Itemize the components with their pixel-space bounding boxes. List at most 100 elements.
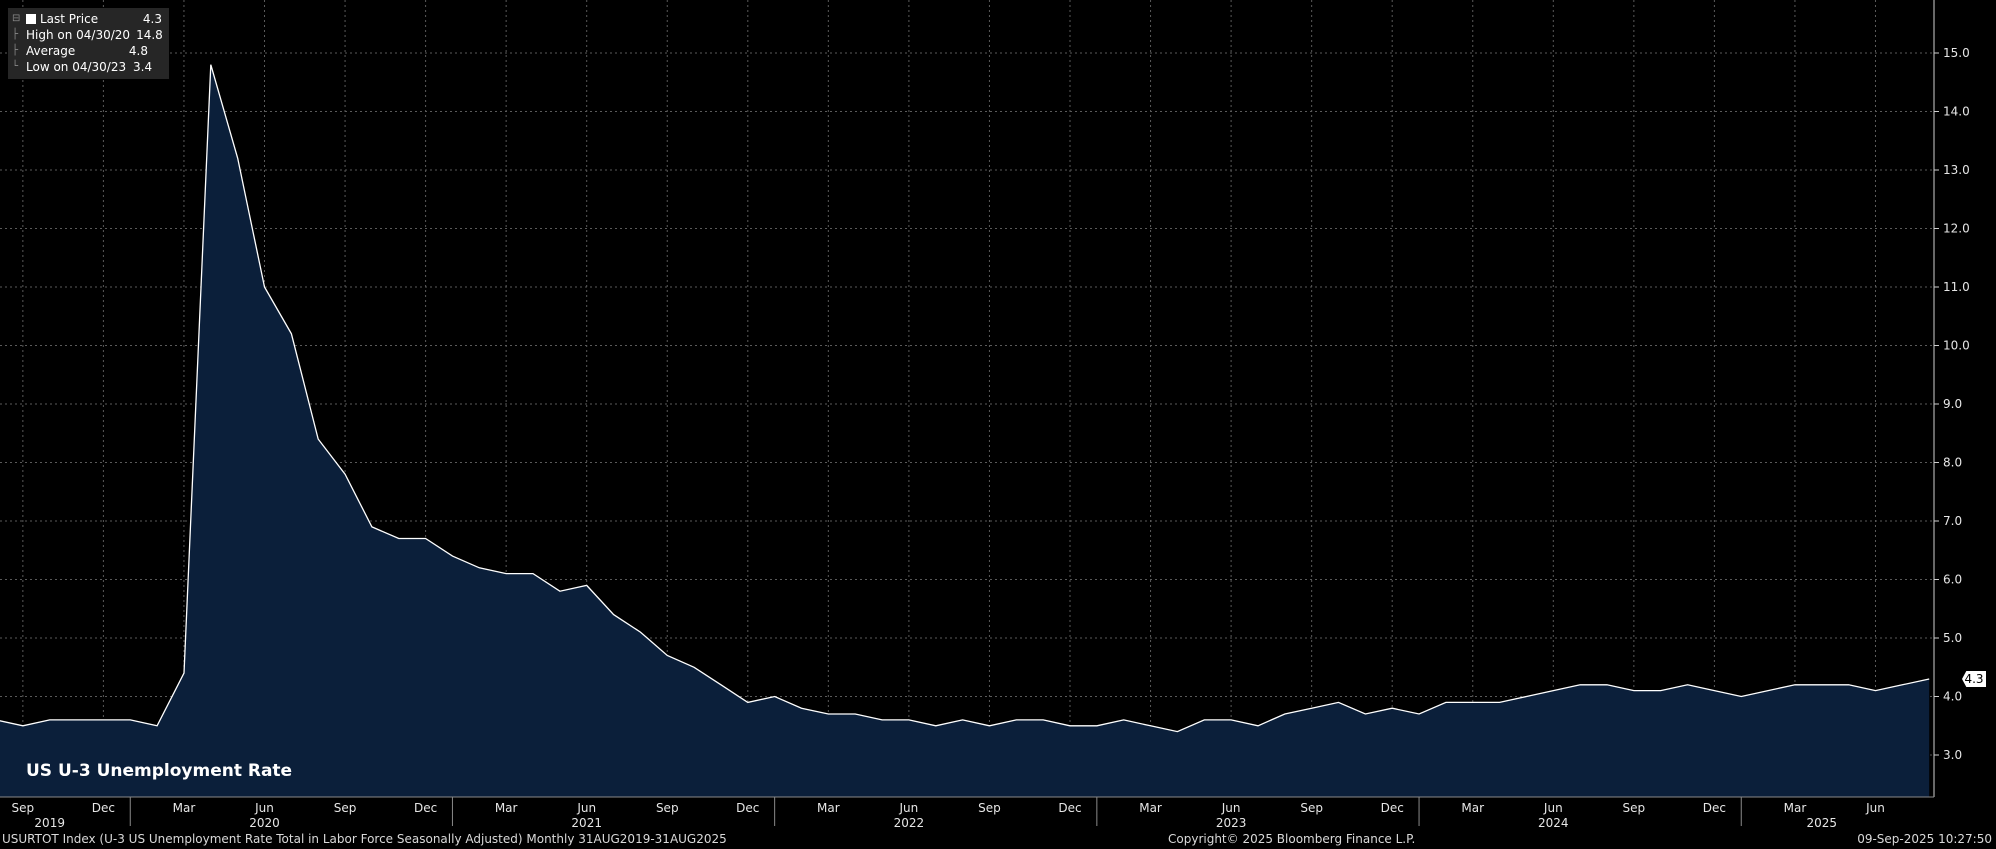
y-tick-label: 14.0 [1943, 105, 1970, 119]
x-tick-label: Mar [817, 801, 840, 815]
data-point [558, 589, 562, 593]
data-point [692, 665, 696, 669]
data-point [75, 718, 79, 722]
data-point [880, 718, 884, 722]
data-point [1793, 683, 1797, 687]
legend-low: └ Low on 04/30/23 3.4 [12, 59, 163, 75]
legend-average-label: Average [26, 44, 76, 58]
footer-copyright: Copyright© 2025 Bloomberg Finance L.P. [1168, 832, 1416, 846]
tree-branch-icon: ├ [12, 45, 19, 56]
footer-ticker-description: USURTOT Index (U-3 US Unemployment Rate … [2, 832, 727, 846]
x-tick-label: Mar [173, 801, 196, 815]
data-point [719, 683, 723, 687]
data-point [853, 712, 857, 716]
data-point [1283, 712, 1287, 716]
data-point [531, 572, 535, 576]
data-point [1766, 689, 1770, 693]
x-tick-label: Jun [1221, 801, 1241, 815]
x-tick-label: Sep [978, 801, 1001, 815]
data-point [1927, 677, 1931, 681]
data-point [1041, 718, 1045, 722]
data-point [1578, 683, 1582, 687]
series-swatch-icon [26, 14, 36, 24]
data-point [665, 654, 669, 658]
legend-high: ├ High on 04/30/20 14.8 [12, 27, 163, 43]
data-point [155, 724, 159, 728]
data-point [128, 718, 132, 722]
legend-low-label: Low on 04/30/23 [26, 60, 127, 74]
legend-high-label: High on 04/30/20 [26, 28, 131, 42]
legend-high-value: 14.8 [136, 28, 163, 42]
data-point [424, 537, 428, 541]
data-point [1256, 724, 1260, 728]
data-point [1900, 683, 1904, 687]
data-point [961, 718, 965, 722]
data-point [1847, 683, 1851, 687]
data-point [289, 332, 293, 336]
data-point [1122, 718, 1126, 722]
data-point [800, 706, 804, 710]
data-point [1390, 706, 1394, 710]
data-point [397, 537, 401, 541]
legend: ⊟ Last Price 4.3 ├ High on 04/30/20 14.8… [8, 8, 169, 79]
x-year-label: 2022 [894, 816, 925, 830]
data-point [1739, 695, 1743, 699]
legend-last-price[interactable]: ⊟ Last Price 4.3 [12, 11, 163, 27]
data-point [236, 156, 240, 160]
data-point [1014, 718, 1018, 722]
y-tick-label: 6.0 [1943, 573, 1962, 587]
legend-average-value: 4.8 [128, 44, 148, 58]
data-point [934, 724, 938, 728]
y-tick-label: 12.0 [1943, 222, 1970, 236]
collapse-icon[interactable]: ⊟ [12, 11, 26, 27]
data-point [1444, 700, 1448, 704]
x-year-label: 2023 [1216, 816, 1247, 830]
data-point [209, 63, 213, 67]
data-point [1337, 700, 1341, 704]
y-tick-label: 11.0 [1943, 280, 1970, 294]
chart-title: US U-3 Unemployment Rate [26, 761, 293, 781]
last-price-marker: 4.3 [1962, 671, 1986, 687]
data-point [182, 671, 186, 675]
y-tick-label: 15.0 [1943, 46, 1970, 60]
legend-last-label: Last Price [40, 12, 99, 26]
tree-branch-icon: ├ [12, 29, 19, 40]
y-tick-label: 8.0 [1943, 456, 1962, 470]
x-tick-label: Dec [92, 801, 115, 815]
y-tick-label: 13.0 [1943, 163, 1970, 177]
x-year-label: 2024 [1538, 816, 1569, 830]
data-point [612, 613, 616, 617]
data-point [1712, 689, 1716, 693]
data-point [1095, 724, 1099, 728]
x-tick-label: Dec [1381, 801, 1404, 815]
x-tick-label: Jun [899, 801, 919, 815]
x-tick-label: Sep [334, 801, 357, 815]
data-point [1686, 683, 1690, 687]
data-point [1498, 700, 1502, 704]
data-point [316, 437, 320, 441]
data-point [1874, 689, 1878, 693]
data-point [370, 525, 374, 529]
chart-canvas: 3.0 4.0 5.0 6.0 7.0 8.0 9.0 10.0 11.0 12.0 13.0 14.… [0, 0, 1970, 830]
legend-low-value: 3.4 [133, 60, 153, 74]
data-point [101, 718, 105, 722]
data-point [1229, 718, 1233, 722]
data-point [987, 724, 991, 728]
data-point [826, 712, 830, 716]
x-year-label: 2025 [1807, 816, 1838, 830]
x-tick-label: Sep [1623, 801, 1646, 815]
data-point [773, 695, 777, 699]
legend-last-value: 4.3 [142, 12, 162, 26]
data-point [1524, 695, 1528, 699]
x-tick-label: Mar [1784, 801, 1807, 815]
data-point [1175, 730, 1179, 734]
x-tick-label: Dec [1058, 801, 1081, 815]
x-tick-label: Mar [1461, 801, 1484, 815]
x-tick-label: Jun [1543, 801, 1563, 815]
data-point [1632, 689, 1636, 693]
x-axis: Sep Dec Mar Jun Sep Dec Mar Jun Sep Dec Mar Jun Sep D… [0, 796, 1934, 830]
data-point [1068, 724, 1072, 728]
data-point [1659, 689, 1663, 693]
x-tick-label: Jun [1865, 801, 1885, 815]
x-tick-label: Jun [254, 801, 274, 815]
